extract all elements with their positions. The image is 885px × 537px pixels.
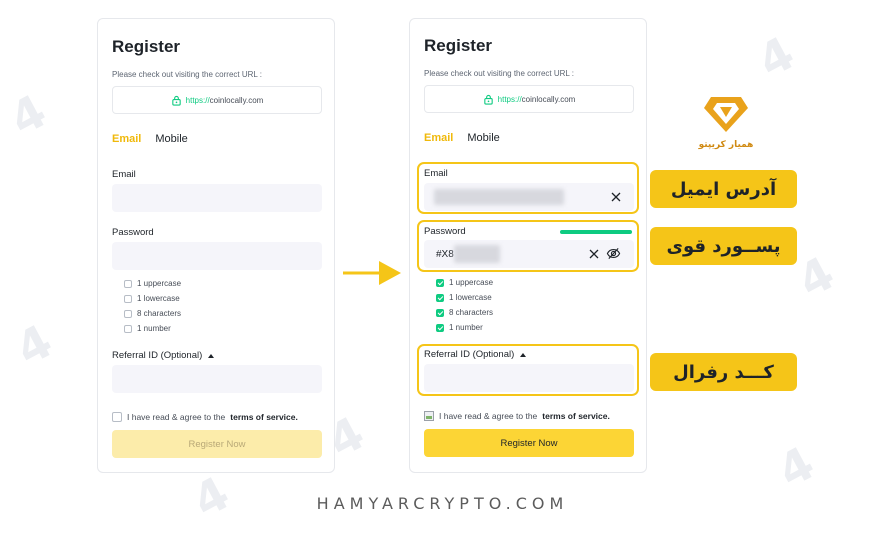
caret-up-icon xyxy=(208,353,215,358)
requirement-checkbox xyxy=(124,324,132,333)
url-hint: Please check out visiting the correct UR… xyxy=(424,69,574,78)
register-tabs: Email Mobile xyxy=(112,133,188,145)
password-input[interactable] xyxy=(112,242,322,270)
terms-link[interactable]: terms of service. xyxy=(230,412,298,422)
terms-link[interactable]: terms of service. xyxy=(542,411,610,421)
watermark: 4 xyxy=(749,25,803,89)
url-hint: Please check out visiting the correct UR… xyxy=(112,70,262,79)
check-icon xyxy=(436,323,444,332)
referral-annotation: کـــد رفرال xyxy=(650,353,797,391)
tab-email[interactable]: Email xyxy=(424,132,453,144)
requirement-item: 8 characters xyxy=(124,306,181,321)
terms-checkbox[interactable] xyxy=(424,411,434,421)
tab-mobile[interactable]: Mobile xyxy=(155,133,187,145)
requirement-item: 1 lowercase xyxy=(436,290,493,305)
requirement-item: 1 number xyxy=(436,320,493,335)
email-annotation: آدرس ایمیل xyxy=(650,170,797,208)
email-highlight xyxy=(417,162,639,214)
brand-name: همیار کریپتو xyxy=(698,140,754,150)
referral-input[interactable] xyxy=(112,365,322,393)
watermark: 4 xyxy=(1,83,55,147)
password-annotation: پســورد قوی xyxy=(650,227,797,265)
email-label: Email xyxy=(112,169,136,180)
diamond-logo-icon xyxy=(704,97,748,132)
referral-highlight xyxy=(417,344,639,396)
url-protocol: https:// xyxy=(185,95,210,105)
referral-toggle[interactable]: Referral ID (Optional) xyxy=(112,350,215,361)
requirement-item: 1 number xyxy=(124,321,181,336)
requirement-item: 1 lowercase xyxy=(124,291,181,306)
url-host: coinlocally.com xyxy=(209,95,264,105)
email-input[interactable] xyxy=(112,184,322,212)
terms-checkbox[interactable] xyxy=(112,412,122,422)
requirement-item: 1 uppercase xyxy=(436,275,493,290)
register-tabs: Email Mobile xyxy=(424,132,500,144)
url-protocol: https:// xyxy=(497,94,522,104)
register-button[interactable]: Register Now xyxy=(112,430,322,458)
lock-icon xyxy=(171,95,181,106)
watermark: 4 xyxy=(769,435,823,499)
url-host: coinlocally.com xyxy=(521,94,576,104)
requirement-checkbox xyxy=(124,279,132,288)
page-title: Register xyxy=(424,36,493,55)
terms-agreement: I have read & agree to the terms of serv… xyxy=(424,411,610,421)
terms-agreement: I have read & agree to the terms of serv… xyxy=(112,412,298,422)
watermark: 4 xyxy=(7,313,61,377)
tab-mobile[interactable]: Mobile xyxy=(467,132,499,144)
url-check-box: https://coinlocally.com xyxy=(112,86,322,114)
check-icon xyxy=(436,293,444,302)
password-requirements: 1 uppercase 1 lowercase 8 characters 1 n… xyxy=(124,276,181,336)
tab-email[interactable]: Email xyxy=(112,133,141,145)
register-form-empty: Register Please check out visiting the c… xyxy=(97,18,335,473)
watermark: 4 xyxy=(789,245,843,309)
brand-logo: همیار کریپتو xyxy=(691,95,761,150)
check-icon xyxy=(436,278,444,287)
password-requirements: 1 uppercase 1 lowercase 8 characters 1 n… xyxy=(436,275,493,335)
arrow-right-icon xyxy=(343,261,401,285)
page-title: Register xyxy=(112,37,181,56)
requirement-item: 8 characters xyxy=(436,305,493,320)
requirement-checkbox xyxy=(124,294,132,303)
password-label: Password xyxy=(112,227,154,238)
footer-site-url: HAMYARCRYPTO.COM xyxy=(316,494,569,513)
password-highlight xyxy=(417,220,639,272)
check-icon xyxy=(436,308,444,317)
requirement-checkbox xyxy=(124,309,132,318)
requirement-item: 1 uppercase xyxy=(124,276,181,291)
register-button[interactable]: Register Now xyxy=(424,429,634,457)
url-check-box: https://coinlocally.com xyxy=(424,85,634,113)
lock-icon xyxy=(483,94,493,105)
